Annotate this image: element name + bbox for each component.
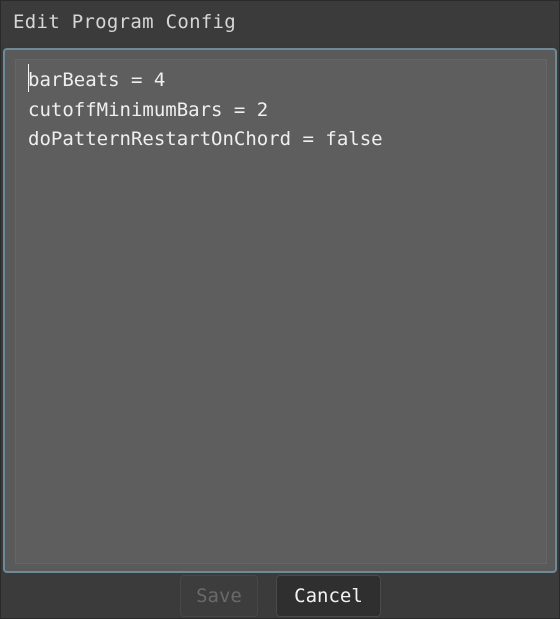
dialog-footer: Save Cancel [1, 573, 559, 618]
editor-focus-frame: barBeats = 4 cutoffMinimumBars = 2 doPat… [3, 48, 557, 573]
config-text-content[interactable]: barBeats = 4 cutoffMinimumBars = 2 doPat… [28, 66, 383, 155]
edit-program-config-dialog: Edit Program Config barBeats = 4 cutoffM… [0, 0, 560, 619]
dialog-titlebar: Edit Program Config [1, 1, 559, 45]
config-text-editor[interactable]: barBeats = 4 cutoffMinimumBars = 2 doPat… [15, 59, 547, 564]
dialog-title: Edit Program Config [13, 11, 237, 33]
save-button[interactable]: Save [180, 575, 258, 617]
cancel-button[interactable]: Cancel [276, 575, 381, 617]
